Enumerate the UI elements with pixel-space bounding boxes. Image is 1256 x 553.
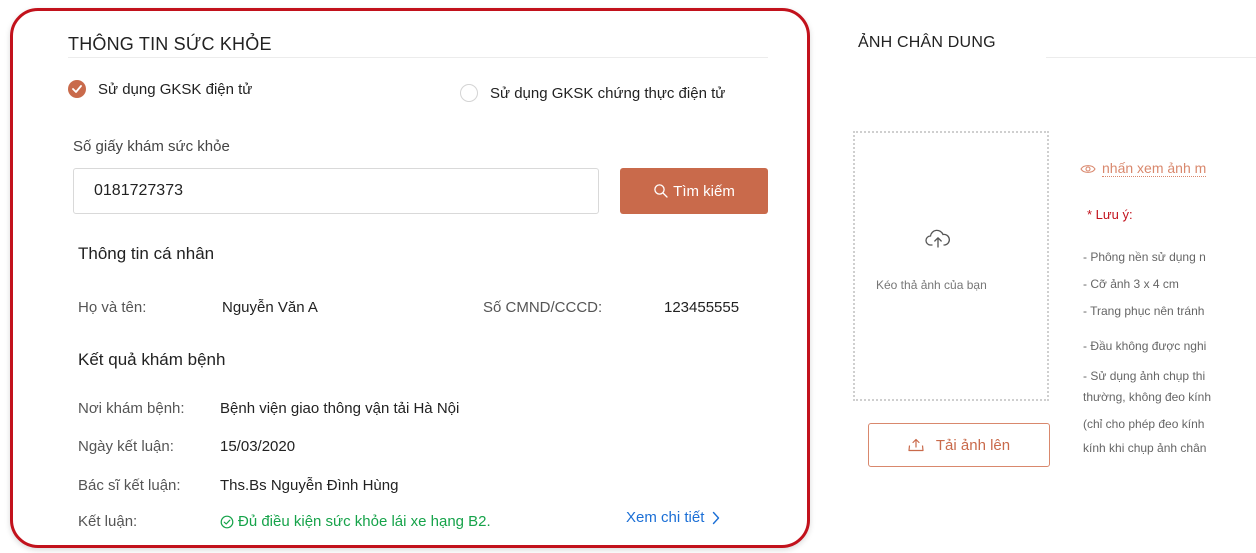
conclusion-value: Đủ điều kiện sức khỏe lái xe hạng B2. [220, 513, 491, 530]
photo-drop-zone[interactable] [853, 131, 1049, 401]
doctor-label: Bác sĩ kết luận: [78, 477, 181, 494]
search-icon [654, 184, 668, 198]
radio-label-certified: Sử dụng GKSK chứng thực điện tử [490, 84, 726, 102]
view-details-label: Xem chi tiết [626, 509, 705, 526]
search-button[interactable]: Tìm kiếm [620, 168, 768, 214]
note-line: - Trang phục nên tránh [1083, 304, 1205, 318]
radio-option-certified[interactable]: Sử dụng GKSK chứng thực điện tử [460, 84, 725, 102]
name-value: Nguyễn Văn A [222, 299, 318, 316]
note-line: - Sử dụng ảnh chụp thi [1083, 369, 1206, 383]
health-title-divider [68, 57, 768, 58]
cloud-upload-icon [925, 229, 950, 248]
exam-place-value: Bệnh viện giao thông vận tải Hà Nội [220, 400, 460, 417]
radio-checked-icon[interactable] [68, 80, 86, 98]
note-line: - Cỡ ảnh 3 x 4 cm [1083, 277, 1179, 291]
exam-place-label: Nơi khám bệnh: [78, 400, 185, 417]
doctor-value: Ths.Bs Nguyễn Đình Hùng [220, 477, 399, 494]
check-circle-icon [220, 515, 234, 528]
conclusion-date-label: Ngày kết luận: [78, 438, 174, 455]
health-section-title: THÔNG TIN SỨC KHỎE [68, 34, 272, 54]
name-label: Họ và tên: [78, 299, 147, 316]
portrait-title-divider [1046, 57, 1256, 58]
id-label: Số CMND/CCCD: [483, 299, 603, 316]
search-button-label: Tìm kiếm [673, 182, 735, 200]
cert-number-input[interactable] [73, 168, 599, 214]
radio-option-electronic[interactable]: Sử dụng GKSK điện tử [68, 80, 252, 98]
note-line: - Phông nền sử dụng n [1083, 250, 1206, 264]
conclusion-text: Đủ điều kiện sức khỏe lái xe hạng B2. [238, 513, 491, 530]
conclusion-label: Kết luận: [78, 513, 138, 530]
upload-icon [908, 438, 924, 452]
id-value: 123455555 [664, 299, 740, 316]
view-details-link[interactable]: Xem chi tiết [626, 509, 720, 526]
personal-info-heading: Thông tin cá nhân [78, 244, 215, 263]
cert-number-label: Số giấy khám sức khỏe [73, 138, 230, 155]
note-line: (chỉ cho phép đeo kính [1083, 417, 1205, 431]
radio-label-electronic: Sử dụng GKSK điện tử [98, 80, 253, 98]
upload-photo-button[interactable]: Tải ảnh lên [868, 423, 1050, 467]
view-sample-photo-label: nhấn xem ảnh m [1102, 160, 1207, 177]
upload-button-label: Tải ảnh lên [935, 436, 1011, 454]
eye-icon [1080, 164, 1096, 173]
drop-hint: Kéo thả ảnh của bạn [876, 278, 987, 292]
chevron-right-icon [713, 511, 720, 524]
portrait-section-title: ẢNH CHÂN DUNG [858, 34, 996, 51]
note-line: kính khi chụp ảnh chân [1083, 441, 1207, 455]
exam-result-heading: Kết quả khám bệnh [78, 350, 226, 369]
view-sample-photo-link[interactable]: nhấn xem ảnh m [1080, 160, 1207, 177]
radio-unchecked-icon[interactable] [460, 84, 478, 102]
note-title: * Lưu ý: [1087, 207, 1133, 222]
note-line: thường, không đeo kính [1083, 390, 1211, 404]
conclusion-date-value: 15/03/2020 [220, 438, 296, 455]
note-line: - Đầu không được nghi [1083, 339, 1207, 353]
